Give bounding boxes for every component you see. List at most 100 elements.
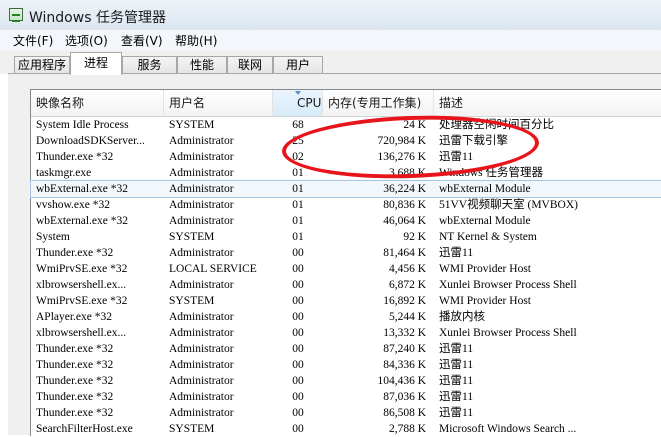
process-row[interactable]: Thunder.exe *32 Administrator 00 86,508 K 迅雷… [31, 405, 661, 421]
process-cpu: 00 [292, 423, 304, 435]
process-row[interactable]: Thunder.exe *32 Administrator 00 87,036 K 迅雷… [31, 389, 661, 405]
tab-networking[interactable]: 联网 [227, 56, 273, 74]
column-header-cpu[interactable]: CPU [273, 90, 323, 116]
process-image-name: xlbrowsershell.ex... [36, 279, 127, 291]
column-header-description[interactable]: 描述 [434, 90, 661, 116]
process-user-name: Administrator [169, 343, 234, 355]
process-memory: 87,240 K [383, 343, 426, 355]
process-row[interactable]: wbExternal.exe *32 Administrator 01 46,064 … [31, 213, 661, 229]
process-cpu: 01 [292, 231, 304, 243]
process-cpu: 00 [292, 295, 304, 307]
column-header-memory[interactable]: 内存(专用工作集) [323, 90, 434, 116]
process-image-name: wbExternal.exe *32 [36, 183, 128, 195]
process-row[interactable]: xlbrowsershell.ex... Administrator 00 6,872… [31, 277, 661, 293]
process-row[interactable]: System SYSTEM 01 92 K NT Kernel & System [31, 229, 661, 245]
process-memory: 87,036 K [383, 391, 426, 403]
process-row[interactable]: Thunder.exe *32 Administrator 00 81,464 K 迅雷… [31, 245, 661, 261]
process-cpu: 00 [292, 375, 304, 387]
menu-file[interactable]: 文件(F) [13, 32, 53, 49]
process-row[interactable]: SearchFilterHost.exe SYSTEM 00 2,788 K Micro… [31, 421, 661, 437]
menu-help[interactable]: 帮助(H) [175, 32, 217, 49]
process-row[interactable]: Thunder.exe *32 Administrator 00 84,336 K 迅雷… [31, 357, 661, 373]
task-manager-icon [9, 8, 23, 22]
process-user-name: Administrator [169, 215, 234, 227]
process-image-name: System Idle Process [36, 119, 129, 131]
process-cpu: 00 [292, 359, 304, 371]
process-image-name: Thunder.exe *32 [36, 247, 114, 259]
process-memory: 5,244 K [388, 311, 426, 323]
process-description: NT Kernel & System [439, 231, 537, 243]
process-row[interactable]: vvshow.exe *32 Administrator 01 80,836 K 51V… [31, 197, 661, 213]
process-user-name: Administrator [169, 151, 234, 163]
tab-users[interactable]: 用户 [273, 56, 323, 74]
process-memory: 4,456 K [388, 263, 426, 275]
tab-applications[interactable]: 应用程序 [14, 56, 70, 74]
process-memory: 104,436 K [377, 375, 426, 387]
process-user-name: SYSTEM [169, 423, 215, 435]
process-user-name: Administrator [169, 279, 234, 291]
window-title: Windows 任务管理器 [29, 10, 166, 26]
process-row[interactable]: APlayer.exe *32 Administrator 00 5,244 K 播放内… [31, 309, 661, 325]
tab-services[interactable]: 服务 [122, 56, 177, 74]
process-cpu: 01 [292, 183, 304, 195]
process-user-name: SYSTEM [169, 295, 215, 307]
process-description: 迅雷11 [439, 407, 474, 419]
process-description: wbExternal Module [439, 183, 531, 195]
column-header-user-name[interactable]: 用户名 [164, 90, 273, 116]
process-image-name: Thunder.exe *32 [36, 359, 114, 371]
process-image-name: xlbrowsershell.ex... [36, 327, 127, 339]
process-cpu: 00 [292, 263, 304, 275]
process-image-name: vvshow.exe *32 [36, 199, 110, 211]
column-header-row: 映像名称 用户名 CPU 内存(专用工作集) 描述 [31, 90, 661, 117]
process-image-name: WmiPrvSE.exe *32 [36, 295, 128, 307]
process-image-name: wbExternal.exe *32 [36, 215, 128, 227]
process-user-name: SYSTEM [169, 119, 215, 131]
process-image-name: DownloadSDKServer... [36, 135, 145, 147]
process-user-name: Administrator [169, 391, 234, 403]
menu-view[interactable]: 查看(V) [121, 32, 163, 49]
sort-descending-icon [295, 91, 301, 95]
process-user-name: Administrator [169, 247, 234, 259]
process-row[interactable]: WmiPrvSE.exe *32 LOCAL SERVICE 00 4,456 K WM… [31, 261, 661, 277]
process-image-name: Thunder.exe *32 [36, 407, 114, 419]
process-cpu: 00 [292, 279, 304, 291]
process-memory: 13,332 K [383, 327, 426, 339]
menu-options[interactable]: 选项(O) [65, 32, 108, 49]
process-cpu: 00 [292, 327, 304, 339]
process-description: 迅雷11 [439, 343, 474, 355]
process-row[interactable]: Thunder.exe *32 Administrator 00 87,240 K 迅雷… [31, 341, 661, 357]
process-user-name: Administrator [169, 407, 234, 419]
process-image-name: Thunder.exe *32 [36, 151, 114, 163]
tab-processes[interactable]: 进程 [70, 52, 122, 75]
process-image-name: Thunder.exe *32 [36, 391, 114, 403]
process-description: 播放内核 [439, 311, 485, 323]
process-memory: 92 K [403, 231, 426, 243]
process-description: Xunlei Browser Process Shell [439, 279, 577, 291]
process-row[interactable]: Thunder.exe *32 Administrator 00 104,436 K 迅… [31, 373, 661, 389]
process-description: 迅雷11 [439, 375, 474, 387]
title-bar: Windows 任务管理器 [0, 0, 661, 31]
process-description: Xunlei Browser Process Shell [439, 327, 577, 339]
process-memory: 46,064 K [383, 215, 426, 227]
process-row[interactable]: xlbrowsershell.ex... Administrator 00 13,33… [31, 325, 661, 341]
process-row[interactable]: WmiPrvSE.exe *32 SYSTEM 00 16,892 K WMI Prov… [31, 293, 661, 309]
process-user-name: Administrator [169, 199, 234, 211]
process-user-name: Administrator [169, 311, 234, 323]
process-row[interactable]: wbExternal.exe *32 Administrator 01 36,224 … [30, 180, 661, 198]
process-description: 迅雷11 [439, 247, 474, 259]
process-user-name: Administrator [169, 167, 234, 179]
process-image-name: Thunder.exe *32 [36, 343, 114, 355]
process-image-name: System [36, 231, 70, 243]
process-user-name: Administrator [169, 327, 234, 339]
menu-bar: 文件(F) 选项(O) 查看(V) 帮助(H) [0, 30, 661, 50]
process-memory: 2,788 K [388, 423, 426, 435]
process-cpu: 00 [292, 407, 304, 419]
process-image-name: Thunder.exe *32 [36, 375, 114, 387]
process-image-name: SearchFilterHost.exe [36, 423, 133, 435]
column-header-image-name[interactable]: 映像名称 [31, 90, 164, 116]
process-cpu: 01 [292, 199, 304, 211]
process-image-name: APlayer.exe *32 [36, 311, 113, 323]
process-cpu: 00 [292, 343, 304, 355]
process-user-name: Administrator [169, 375, 234, 387]
tab-performance[interactable]: 性能 [177, 56, 227, 74]
